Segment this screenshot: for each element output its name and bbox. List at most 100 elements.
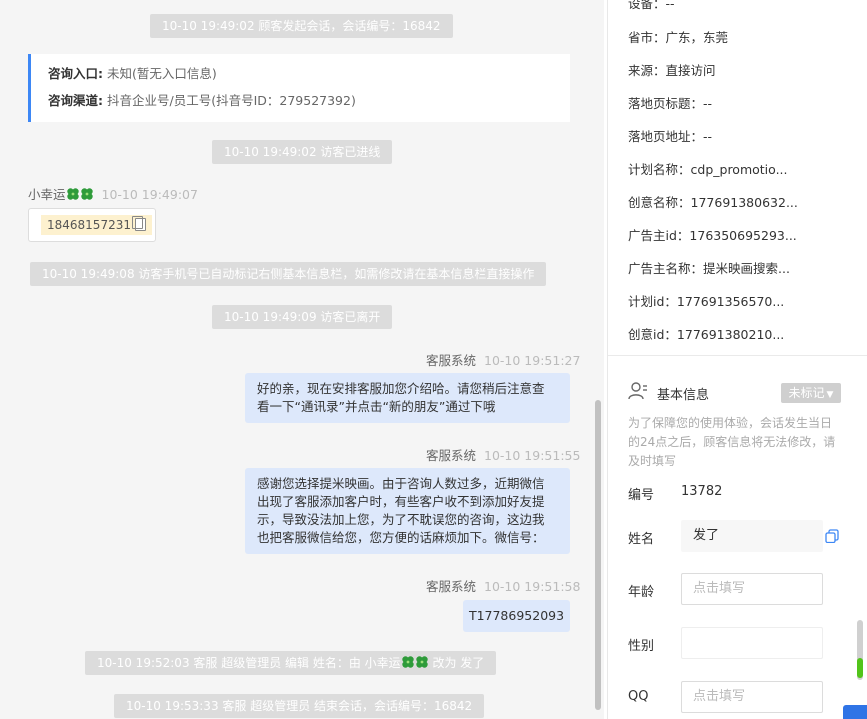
info-label: 广告主名称：	[628, 261, 704, 276]
info-row-province: 省市：广东，东莞	[628, 27, 728, 46]
info-label: 创意id：	[628, 327, 677, 342]
name-field[interactable]: 发了	[681, 520, 823, 552]
entry-label: 咨询入口:	[48, 66, 103, 81]
chat-scrollbar[interactable]	[595, 400, 601, 710]
info-label: 计划id：	[628, 294, 677, 309]
edit-notice: 为了保障您的使用体验，会话发生当日的24点之后，顾客信息将无法修改，请及时填写	[628, 416, 836, 468]
visitor-enter-text: 10-10 19:49:02 访客已进线	[224, 145, 381, 159]
phone-chip[interactable]: 18468157231	[41, 215, 152, 235]
tag-dropdown-label: 未标记	[788, 386, 825, 400]
info-row-advertiser-id: 广告主id：176350695293...	[628, 225, 797, 244]
info-value: 177691380632...	[690, 195, 798, 210]
info-label: 创意名称：	[628, 195, 691, 210]
chat-area[interactable]: 10-10 19:49:02 顾客发起会话，会话编号：16842 咨询入口: 未…	[0, 0, 604, 719]
panel-divider	[608, 355, 867, 356]
visitor-message-bubble: 18468157231	[28, 208, 156, 242]
agent-message-time: 10-10 19:51:27	[484, 353, 581, 368]
entry-row: 咨询入口: 未知(暂无入口信息)	[48, 64, 570, 91]
agent-message-bubble: T17786952093	[463, 600, 570, 632]
channel-label: 咨询渠道:	[48, 93, 103, 108]
message-line: 出现了客服添加客户时，有些客户收不到添加好友提	[257, 494, 545, 509]
age-field[interactable]: 点击填写	[681, 573, 823, 605]
visitor-name: 小幸运	[28, 187, 66, 202]
visitor-leave-notice: 10-10 19:49:09 访客已离开	[212, 305, 393, 329]
info-label: 广告主id：	[628, 228, 690, 243]
info-label: 设备：	[628, 0, 666, 11]
clover-icon	[401, 656, 414, 668]
name-label: 姓名	[628, 532, 655, 547]
rename-text-suffix: 改为 发了	[432, 656, 485, 670]
qq-label: QQ	[628, 689, 649, 704]
entry-value: 未知(暂无入口信息)	[106, 66, 217, 81]
copy-icon[interactable]	[131, 216, 146, 231]
corner-action-button[interactable]	[843, 705, 867, 719]
auto-tag-notice: 10-10 19:49:08 访客手机号已自动标记右侧基本信息栏，如需修改请在基…	[30, 262, 547, 286]
session-start-text: 10-10 19:49:02 顾客发起会话，会话编号：16842	[162, 19, 441, 33]
phone-number: 18468157231	[47, 218, 131, 232]
message-line: 也把客服微信给您，您方便的话麻烦加下。微信号：	[257, 530, 545, 545]
info-row-landing-title: 落地页标题：--	[628, 93, 712, 112]
clover-icon	[66, 188, 79, 200]
agent-sender-name: 客服系统	[426, 579, 477, 594]
entry-info-card: 咨询入口: 未知(暂无入口信息) 咨询渠道: 抖音企业号/员工号(抖音号ID：2…	[28, 54, 570, 122]
person-icon	[628, 382, 647, 400]
info-label: 落地页地址：	[628, 129, 704, 144]
info-value: 提米映画搜索...	[703, 261, 790, 276]
agent-sender-name: 客服系统	[426, 448, 477, 463]
info-label: 落地页标题：	[628, 96, 704, 111]
session-start-notice: 10-10 19:49:02 顾客发起会话，会话编号：16842	[150, 14, 453, 38]
message-line: 感谢您选择提米映画。由于咨询人数过多，近期微信	[257, 476, 545, 491]
gender-label: 性别	[628, 639, 655, 654]
info-row-plan-name: 计划名称：cdp_promotio...	[628, 159, 788, 178]
channel-value: 抖音企业号/员工号(抖音号ID：279527392)	[106, 93, 356, 108]
info-value: --	[703, 129, 713, 144]
info-label: 省市：	[628, 30, 666, 45]
agent-sender-name: 客服系统	[426, 353, 477, 368]
info-row-creative-name: 创意名称：177691380632...	[628, 192, 798, 211]
session-end-notice: 10-10 19:53:33 客服 超级管理员 结束会话，会话编号：16842	[114, 694, 485, 718]
info-label: 计划名称：	[628, 162, 691, 177]
info-value: 177691380210...	[676, 327, 785, 342]
wechat-id: T17786952093	[468, 608, 565, 623]
session-end-text: 10-10 19:53:33 客服 超级管理员 结束会话，会话编号：16842	[126, 699, 473, 713]
visitor-sender-line: 小幸运 10-10 19:49:07	[28, 184, 198, 203]
visitor-enter-notice: 10-10 19:49:02 访客已进线	[212, 140, 393, 164]
agent-message-time: 10-10 19:51:55	[484, 448, 581, 463]
number-value: 13782	[681, 484, 723, 499]
agent-sender-line: 客服系统 10-10 19:51:58	[426, 576, 580, 595]
info-row-advertiser-name: 广告主名称：提米映画搜索...	[628, 258, 790, 277]
qq-field[interactable]: 点击填写	[681, 681, 823, 713]
rename-text: 10-10 19:52:03 客服 超级管理员 编辑 姓名：由 小幸运	[97, 656, 401, 670]
info-value: 直接访问	[665, 63, 716, 78]
agent-message-time: 10-10 19:51:58	[484, 579, 581, 594]
info-value: --	[665, 0, 675, 11]
info-row-source: 来源：直接访问	[628, 60, 716, 79]
tag-dropdown[interactable]: 未标记 ▼	[781, 383, 841, 403]
info-value: 177691356570...	[676, 294, 785, 309]
clover-icon	[415, 656, 428, 668]
info-value: 176350695293...	[689, 228, 797, 243]
visitor-time: 10-10 19:49:07	[101, 187, 198, 202]
info-row-device: 设备：--	[628, 0, 675, 12]
message-line: 看一下“通讯录”并点击“新的朋友”通过下哦	[257, 399, 496, 414]
rename-notice: 10-10 19:52:03 客服 超级管理员 编辑 姓名：由 小幸运 改为 发…	[85, 651, 497, 675]
message-line: 示，导致没法加上您，为了不耽误您的咨询，这边我	[257, 512, 545, 527]
message-line: 好的亲，现在安排客服加您介绍哈。请您稍后注意查	[257, 381, 545, 396]
agent-sender-line: 客服系统 10-10 19:51:55	[426, 445, 580, 464]
age-label: 年龄	[628, 585, 655, 600]
info-row-landing-url: 落地页地址：--	[628, 126, 712, 145]
agent-message-bubble: 感谢您选择提米映画。由于咨询人数过多，近期微信 出现了客服添加客户时，有些客户收…	[245, 468, 570, 554]
copy-icon[interactable]	[825, 529, 839, 543]
agent-message-bubble: 好的亲，现在安排客服加您介绍哈。请您稍后注意查 看一下“通讯录”并点击“新的朋友…	[245, 373, 570, 423]
agent-sender-line: 客服系统 10-10 19:51:27	[426, 350, 580, 369]
gender-field[interactable]	[681, 627, 823, 659]
info-row-plan-id: 计划id：177691356570...	[628, 291, 784, 310]
info-value: --	[703, 96, 713, 111]
auto-tag-text: 10-10 19:49:08 访客手机号已自动标记右侧基本信息栏，如需修改请在基…	[42, 267, 535, 281]
channel-row: 咨询渠道: 抖音企业号/员工号(抖音号ID：279527392)	[48, 91, 570, 118]
panel-scroll-thumb[interactable]	[857, 658, 863, 678]
visitor-leave-text: 10-10 19:49:09 访客已离开	[224, 310, 381, 324]
info-label: 来源：	[628, 63, 666, 78]
basic-info-title: 基本信息	[657, 388, 710, 403]
info-value: 广东，东莞	[665, 30, 729, 45]
